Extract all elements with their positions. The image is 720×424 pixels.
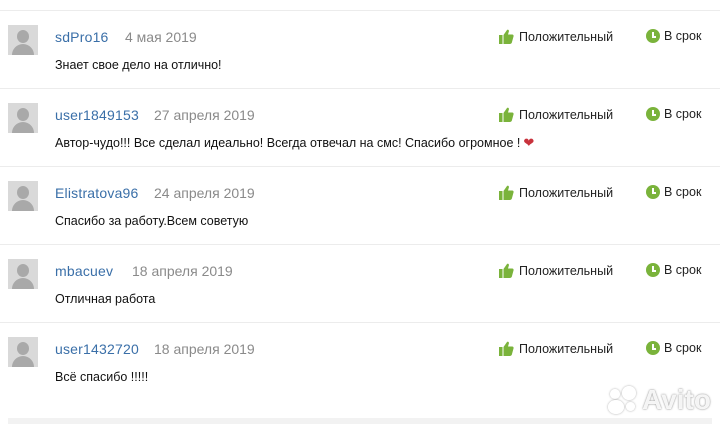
- rating-positive: Положительный: [499, 341, 613, 356]
- rating-positive: Положительный: [499, 29, 613, 44]
- next-item-edge: [8, 418, 712, 424]
- review-text: Всё спасибо !!!!!: [55, 369, 151, 384]
- deadline-label: В срок: [664, 341, 702, 355]
- review-text: Автор-чудо!!! Все сделал идеально! Всегд…: [55, 135, 534, 151]
- deadline-status: В срок: [646, 29, 701, 43]
- rating-label: Положительный: [519, 29, 614, 44]
- rating-positive: Положительный: [499, 185, 613, 200]
- thumbs-up-icon: [499, 341, 514, 356]
- review-username[interactable]: sdPro16: [55, 29, 109, 45]
- review-username[interactable]: user1432720: [55, 341, 139, 357]
- clock-icon: [646, 341, 660, 355]
- review-date: 24 апреля 2019: [154, 185, 255, 201]
- review-item: user1849153 27 апреля 2019 Автор-чудо!!!…: [0, 88, 720, 166]
- review-item: mbacuev 18 апреля 2019 Отличная работа П…: [0, 244, 720, 322]
- clock-icon: [646, 107, 660, 121]
- review-text-content: Отличная работа: [55, 292, 156, 306]
- deadline-label: В срок: [664, 29, 702, 43]
- deadline-status: В срок: [646, 263, 701, 277]
- default-avatar-icon[interactable]: [8, 337, 38, 367]
- default-avatar-icon[interactable]: [8, 181, 38, 211]
- review-username[interactable]: Elistratova96: [55, 185, 139, 201]
- default-avatar-icon[interactable]: [8, 103, 38, 133]
- deadline-status: В срок: [646, 107, 701, 121]
- deadline-label: В срок: [664, 107, 702, 121]
- review-date: 4 мая 2019: [125, 29, 197, 45]
- deadline-label: В срок: [664, 263, 702, 277]
- avito-logo-icon: [608, 386, 638, 414]
- avito-watermark: Avito: [608, 384, 711, 416]
- review-text-content: Автор-чудо!!! Все сделал идеально! Всегд…: [55, 136, 521, 150]
- clock-icon: [646, 185, 660, 199]
- rating-label: Положительный: [519, 107, 614, 122]
- clock-icon: [646, 29, 660, 43]
- review-text: Знает свое дело на отлично!: [55, 57, 225, 72]
- thumbs-up-icon: [499, 185, 514, 200]
- thumbs-up-icon: [499, 263, 514, 278]
- thumbs-up-icon: [499, 107, 514, 122]
- review-text-content: Спасибо за работу.Всем советую: [55, 214, 249, 228]
- review-item: Elistratova96 24 апреля 2019 Спасибо за …: [0, 166, 720, 244]
- deadline-status: В срок: [646, 185, 701, 199]
- deadline-status: В срок: [646, 341, 701, 355]
- rating-positive: Положительный: [499, 107, 613, 122]
- thumbs-up-icon: [499, 29, 514, 44]
- deadline-label: В срок: [664, 185, 702, 199]
- review-text-content: Всё спасибо !!!!!: [55, 370, 149, 384]
- review-text: Спасибо за работу.Всем советую: [55, 213, 251, 228]
- default-avatar-icon[interactable]: [8, 25, 38, 55]
- review-date: 18 апреля 2019: [132, 263, 233, 279]
- review-text-content: Знает свое дело на отлично!: [55, 58, 222, 72]
- reviews-list: sdPro16 4 мая 2019 Знает свое дело на от…: [0, 0, 720, 400]
- default-avatar-icon[interactable]: [8, 259, 38, 289]
- watermark-text: Avito: [642, 384, 711, 415]
- rating-label: Положительный: [519, 341, 614, 356]
- review-username[interactable]: mbacuev: [55, 263, 113, 279]
- review-text: Отличная работа: [55, 291, 158, 306]
- review-date: 27 апреля 2019: [154, 107, 255, 123]
- review-item: sdPro16 4 мая 2019 Знает свое дело на от…: [0, 10, 720, 88]
- rating-positive: Положительный: [499, 263, 613, 278]
- review-date: 18 апреля 2019: [154, 341, 255, 357]
- rating-label: Положительный: [519, 263, 614, 278]
- heart-icon: ❤: [523, 135, 535, 150]
- clock-icon: [646, 263, 660, 277]
- review-username[interactable]: user1849153: [55, 107, 139, 123]
- rating-label: Положительный: [519, 185, 614, 200]
